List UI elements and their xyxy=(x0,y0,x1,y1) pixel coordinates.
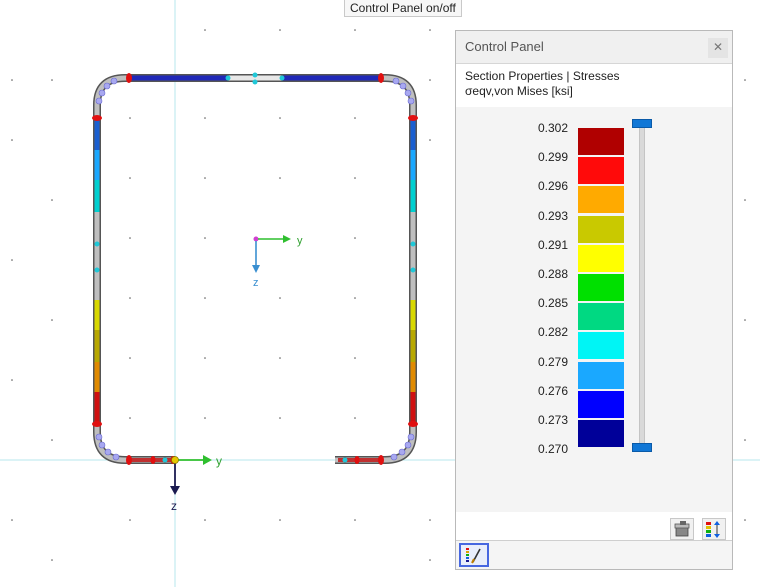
color-legend: 0.302 0.299 0.296 0.293 0.291 0.288 0.285 0.282… xyxy=(456,107,732,512)
center-z-label: z xyxy=(253,277,259,289)
legend-value: 0.282 xyxy=(537,325,568,340)
panel-bottom-bar xyxy=(456,540,732,569)
color-scale-icon xyxy=(706,521,720,538)
legend-value: 0.270 xyxy=(537,442,568,457)
result-quantity: σeqv,von Mises [ksi] xyxy=(465,84,573,98)
close-icon: ✕ xyxy=(712,40,724,54)
legend-swatch xyxy=(578,215,624,243)
legend-swatch xyxy=(578,274,624,301)
legend-settings-button[interactable] xyxy=(670,518,694,540)
panel-title: Control Panel xyxy=(465,39,544,54)
color-legend-toggle[interactable] xyxy=(459,543,489,567)
legend-swatch xyxy=(578,420,624,447)
legend-value: 0.273 xyxy=(537,413,568,427)
legend-value: 0.285 xyxy=(537,296,568,311)
legend-swatch xyxy=(578,186,624,214)
center-axes xyxy=(252,235,291,273)
control-panel-tooltip: Control Panel on/off xyxy=(344,0,462,17)
color-scale-button[interactable] xyxy=(702,518,726,540)
legend-value: 0.279 xyxy=(537,354,568,369)
legend-value: 0.291 xyxy=(537,237,568,252)
legend-swatch xyxy=(578,157,624,185)
control-panel: Control Panel ✕ Section Properties | Str… xyxy=(455,30,733,570)
legend-swatch xyxy=(578,128,624,155)
origin-y-label: y xyxy=(216,454,222,468)
legend-swatch xyxy=(578,244,624,272)
legend-swatch xyxy=(578,390,624,418)
legend-swatch xyxy=(578,332,624,360)
legend-value: 0.276 xyxy=(537,383,568,398)
result-category: Section Properties | Stresses xyxy=(465,69,620,83)
legend-value: 0.288 xyxy=(537,267,568,281)
center-y-label: y xyxy=(297,235,303,247)
origin-z-label: z xyxy=(171,499,177,513)
legend-value: 0.302 xyxy=(537,121,568,135)
legend-swatch xyxy=(578,361,624,389)
range-slider-min-handle[interactable] xyxy=(632,443,652,452)
origin-axes xyxy=(170,455,212,495)
close-button[interactable]: ✕ xyxy=(708,38,728,58)
range-slider-track[interactable] xyxy=(639,121,645,446)
color-legend-icon xyxy=(466,548,481,564)
panel-header: Control Panel ✕ xyxy=(456,31,732,64)
legend-swatch xyxy=(578,303,624,331)
legend-value: 0.296 xyxy=(537,179,568,194)
legend-value: 0.293 xyxy=(537,208,568,223)
legend-value: 0.299 xyxy=(537,150,568,165)
range-slider-max-handle[interactable] xyxy=(632,119,652,128)
paint-settings-icon xyxy=(674,521,690,537)
